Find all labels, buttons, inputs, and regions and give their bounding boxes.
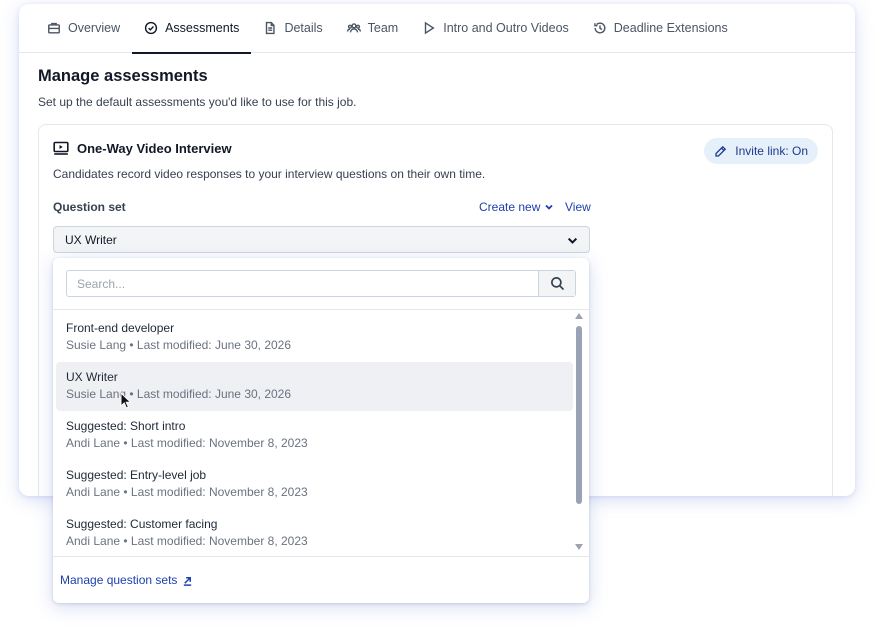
question-set-select[interactable]: UX Writer bbox=[53, 226, 590, 253]
tab-details[interactable]: Details bbox=[251, 4, 334, 53]
chevron-down-icon bbox=[545, 204, 554, 210]
panel-title: One-Way Video Interview bbox=[53, 140, 232, 156]
users-icon bbox=[346, 23, 361, 33]
external-link-icon bbox=[184, 576, 192, 586]
question-set-dropdown: Front-end developer Susie Lang • Last mo… bbox=[53, 258, 589, 603]
question-set-list: Front-end developer Susie Lang • Last mo… bbox=[56, 313, 573, 558]
item-meta: Susie Lang • Last modified: June 30, 202… bbox=[66, 387, 292, 401]
scroll-down-arrow-icon[interactable] bbox=[575, 544, 583, 550]
check-circle-icon bbox=[144, 21, 158, 35]
tab-overview[interactable]: Overview bbox=[35, 4, 132, 53]
panel-title-text: One-Way Video Interview bbox=[77, 140, 232, 156]
tab-intro-outro-videos[interactable]: Intro and Outro Videos bbox=[410, 4, 581, 53]
search-icon bbox=[550, 277, 564, 291]
divider bbox=[53, 309, 589, 310]
invite-link-button[interactable]: Invite link: On bbox=[704, 138, 818, 164]
list-item-short-intro[interactable]: Suggested: Short intro Andi Lane • Last … bbox=[56, 411, 573, 460]
question-set-label: Question set bbox=[53, 200, 126, 214]
tab-label: Intro and Outro Videos bbox=[443, 21, 569, 35]
item-title: Suggested: Customer facing bbox=[66, 517, 218, 531]
history-icon bbox=[594, 22, 606, 34]
tab-bar: Overview Assessments Details Team Intro … bbox=[19, 4, 855, 54]
video-icon bbox=[53, 141, 69, 155]
invite-link-label: Invite link: On bbox=[735, 144, 808, 158]
mouse-cursor-icon bbox=[120, 392, 132, 409]
item-meta: Andi Lane • Last modified: November 8, 2… bbox=[66, 436, 308, 450]
pencil-icon bbox=[715, 145, 727, 157]
play-icon bbox=[425, 21, 435, 35]
item-title: Suggested: Entry-level job bbox=[66, 468, 207, 482]
manage-label: Manage question sets bbox=[60, 573, 178, 587]
list-item-ux-writer[interactable]: UX Writer Susie Lang • Last modified: Ju… bbox=[56, 362, 573, 411]
tab-label: Assessments bbox=[165, 21, 240, 35]
view-link[interactable]: View bbox=[565, 200, 591, 214]
select-value: UX Writer bbox=[65, 232, 117, 247]
item-meta: Andi Lane • Last modified: November 8, 2… bbox=[66, 534, 308, 548]
list-item-entry-level-job[interactable]: Suggested: Entry-level job Andi Lane • L… bbox=[56, 460, 573, 509]
chevron-down-icon bbox=[567, 237, 578, 244]
tab-deadline-extensions[interactable]: Deadline Extensions bbox=[581, 4, 740, 53]
search-box bbox=[66, 270, 576, 297]
tab-label: Deadline Extensions bbox=[613, 21, 728, 35]
create-new-button[interactable]: Create new bbox=[479, 200, 554, 214]
item-title: Suggested: Short intro bbox=[66, 419, 186, 433]
manage-question-sets-link[interactable]: Manage question sets bbox=[60, 573, 193, 587]
tab-assessments[interactable]: Assessments bbox=[132, 4, 252, 54]
item-title: Front-end developer bbox=[66, 321, 175, 335]
item-title: UX Writer bbox=[66, 370, 118, 384]
item-meta: Susie Lang • Last modified: June 30, 202… bbox=[66, 338, 292, 352]
divider bbox=[53, 556, 589, 557]
search-input[interactable] bbox=[67, 271, 538, 296]
item-meta: Andi Lane • Last modified: November 8, 2… bbox=[66, 485, 308, 499]
tab-label: Overview bbox=[68, 21, 121, 35]
tab-label: Details bbox=[284, 21, 323, 35]
scroll-thumb[interactable] bbox=[576, 326, 582, 504]
briefcase-icon bbox=[48, 22, 60, 34]
document-icon bbox=[266, 21, 276, 35]
list-item-front-end-developer[interactable]: Front-end developer Susie Lang • Last mo… bbox=[56, 313, 573, 362]
panel-description: Candidates record video responses to you… bbox=[53, 167, 486, 181]
list-item-customer-facing[interactable]: Suggested: Customer facing Andi Lane • L… bbox=[56, 509, 573, 558]
search-button[interactable] bbox=[538, 271, 575, 296]
tab-team[interactable]: Team bbox=[335, 4, 411, 53]
create-new-label: Create new bbox=[479, 200, 541, 214]
scroll-up-arrow-icon[interactable] bbox=[575, 313, 583, 319]
tab-label: Team bbox=[367, 21, 399, 35]
list-scrollbar[interactable] bbox=[574, 313, 584, 553]
page-title: Manage assessments bbox=[38, 67, 208, 85]
page-subtitle: Set up the default assessments you'd lik… bbox=[38, 95, 357, 109]
